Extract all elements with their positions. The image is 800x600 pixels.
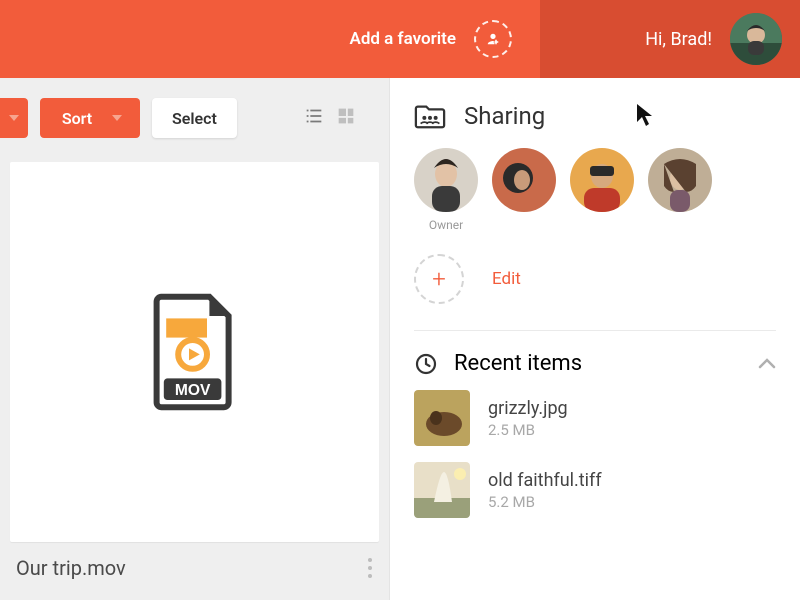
recent-thumbnail [414, 390, 470, 446]
chevron-up-icon [758, 357, 776, 369]
share-avatar[interactable] [648, 148, 712, 212]
header-user-area: Hi, Brad! [540, 0, 800, 78]
share-avatar[interactable] [570, 148, 634, 212]
share-avatar-owner[interactable] [414, 148, 478, 212]
recent-header: Recent items [414, 351, 776, 376]
header-favorite-area: Add a favorite [0, 0, 540, 78]
clock-icon [414, 352, 438, 376]
file-name: Our trip.mov [16, 556, 126, 580]
share-avatar[interactable] [492, 148, 556, 212]
more-vertical-icon [367, 557, 373, 579]
sort-button[interactable]: Sort [40, 98, 140, 138]
chevron-down-icon [112, 115, 122, 121]
file-more-button[interactable] [367, 557, 373, 579]
add-favorite-label[interactable]: Add a favorite [349, 29, 456, 49]
file-toolbar: Sort Select [0, 78, 389, 162]
divider [414, 330, 776, 331]
recent-title: Recent items [454, 351, 742, 376]
recent-item[interactable]: grizzly.jpg 2.5 MB [414, 390, 776, 446]
file-grid: MOV Our trip.mov [0, 162, 389, 600]
collapse-recent-button[interactable] [758, 354, 776, 373]
svg-text:MOV: MOV [174, 382, 210, 399]
file-name-row: Our trip.mov [10, 542, 379, 580]
greeting-text: Hi, Brad! [645, 29, 712, 50]
sharing-avatars: Owner [414, 148, 776, 232]
user-avatar[interactable] [730, 13, 782, 65]
dropdown-stub[interactable] [0, 98, 28, 138]
recent-item[interactable]: old faithful.tiff 5.2 MB [414, 462, 776, 518]
select-button[interactable]: Select [152, 98, 237, 138]
recent-item-size: 5.2 MB [488, 493, 602, 511]
recent-list: grizzly.jpg 2.5 MB old faithful.tiff 5.2… [414, 390, 776, 518]
select-label: Select [172, 109, 217, 128]
list-view-icon[interactable] [303, 105, 325, 131]
plus-icon: + [432, 265, 446, 293]
mov-file-icon: MOV [145, 292, 245, 412]
avatar-image [730, 13, 782, 65]
sharing-edit-row: + Edit [414, 254, 776, 304]
recent-item-name: grizzly.jpg [488, 398, 568, 419]
recent-item-size: 2.5 MB [488, 421, 568, 439]
add-share-button[interactable]: + [414, 254, 464, 304]
edit-sharing-link[interactable]: Edit [492, 269, 521, 289]
sharing-folder-icon [414, 102, 446, 130]
owner-label: Owner [414, 218, 478, 232]
grid-view-icon[interactable] [335, 105, 357, 131]
files-panel: Sort Select [0, 78, 390, 600]
chevron-down-icon [9, 115, 19, 121]
file-card[interactable]: MOV [10, 162, 379, 542]
sharing-header: Sharing [414, 102, 776, 130]
add-person-icon [484, 30, 502, 48]
add-favorite-button[interactable] [474, 20, 512, 58]
recent-thumbnail [414, 462, 470, 518]
view-toggle [303, 105, 375, 131]
recent-item-name: old faithful.tiff [488, 470, 602, 491]
sharing-title: Sharing [464, 102, 545, 130]
details-panel: Sharing Owner + Edit [390, 78, 800, 600]
app-header: Add a favorite Hi, Brad! [0, 0, 800, 78]
sort-label: Sort [62, 109, 92, 128]
